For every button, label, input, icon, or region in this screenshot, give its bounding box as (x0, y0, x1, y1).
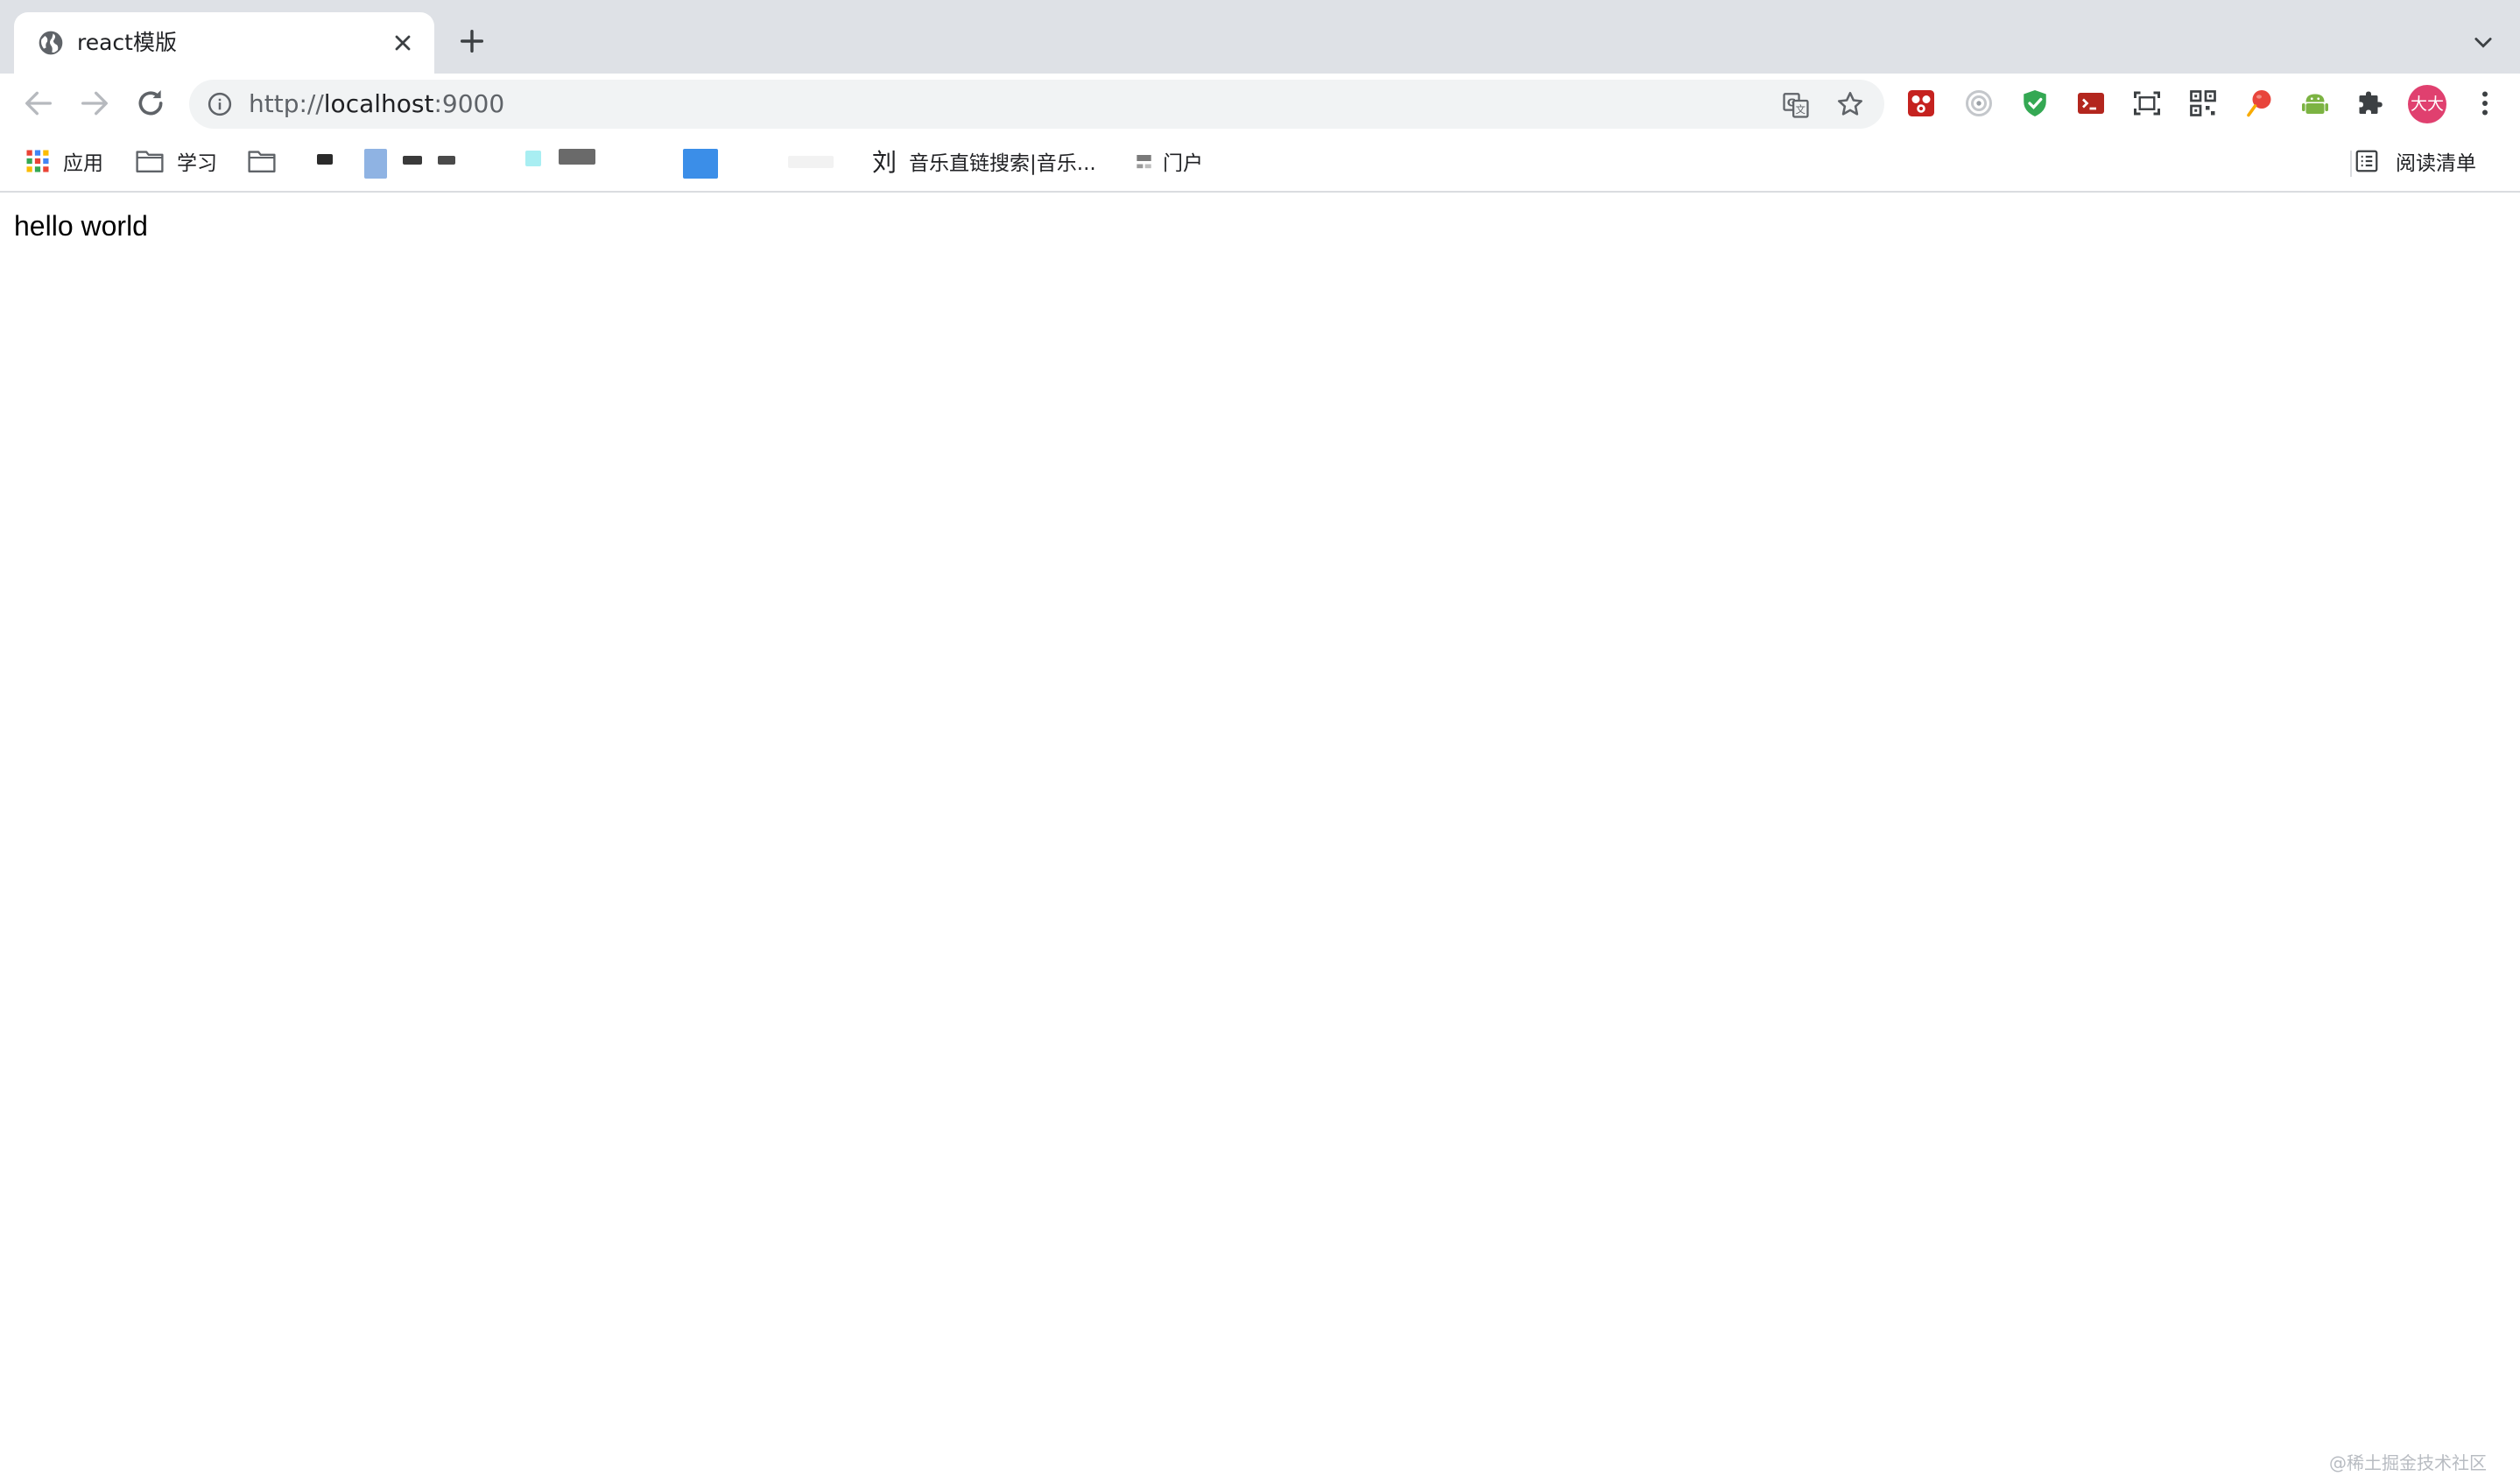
page-viewport: hello world @稀土掘金技术社区 (0, 194, 2520, 1483)
translate-icon[interactable]: G 文 (1781, 90, 1811, 120)
bookmarks-separator (2350, 151, 2352, 177)
redacted-bookmark-3[interactable] (403, 156, 422, 165)
apps-grid-icon (26, 150, 49, 172)
reload-button[interactable] (133, 86, 168, 121)
bookmark-label: 应用 (63, 152, 103, 175)
bookmark-label: 门户 (1163, 152, 1203, 175)
back-button[interactable] (21, 86, 56, 121)
redacted-bookmark-1[interactable] (317, 154, 333, 165)
redacted-bookmark-2[interactable] (364, 149, 387, 179)
folder-icon (248, 151, 276, 172)
bookmark-portal[interactable]: 门户 (1135, 142, 1203, 180)
bookmark-apps[interactable]: 应用 (25, 142, 103, 180)
tab-active[interactable]: react模版 (14, 12, 434, 74)
chevron-down-icon[interactable] (2471, 30, 2495, 54)
target-icon[interactable] (1963, 88, 1995, 119)
forward-button[interactable] (77, 86, 112, 121)
globe-icon (39, 31, 63, 55)
screenshot-icon[interactable] (2131, 88, 2163, 119)
more-menu-icon[interactable] (2469, 88, 2501, 119)
redacted-bookmark-4[interactable] (438, 156, 455, 165)
avatar[interactable]: 大大 (2408, 85, 2446, 123)
bookmark-label: 音乐直链搜索|音乐... (909, 152, 1096, 175)
bookmark-music-search[interactable]: 刘 音乐直链搜索|音乐... (872, 142, 1096, 180)
redacted-bookmark-7[interactable] (683, 149, 718, 179)
new-tab-button[interactable] (457, 26, 487, 56)
redacted-bookmark-6[interactable] (559, 149, 595, 165)
tab-title: react模版 (77, 30, 177, 55)
folder-icon (136, 151, 164, 172)
qr-code-icon[interactable] (2187, 88, 2219, 119)
portal-icon (1137, 155, 1151, 169)
close-icon[interactable] (391, 31, 415, 55)
watermark: @稀土掘金技术社区 (2329, 1452, 2487, 1473)
extensions-puzzle-icon[interactable] (2355, 88, 2387, 119)
puzzle-red-icon[interactable] (1905, 88, 1937, 119)
url-port: :9000 (433, 89, 505, 118)
page-text: hello world (14, 210, 148, 242)
url-text[interactable]: http://localhost:9000 (249, 88, 504, 120)
bookmark-folder-study[interactable]: 学习 (135, 142, 217, 180)
android-icon[interactable] (2299, 88, 2331, 119)
bookmarks-bar: 应用 学习 刘 音乐直链搜索|音乐... 门户 阅读清单 (0, 133, 2520, 193)
bookmark-star-icon[interactable] (1835, 89, 1865, 119)
liu-icon: 刘 (872, 148, 897, 177)
bookmark-label: 学习 (177, 152, 217, 175)
redacted-bookmark-5[interactable] (525, 151, 541, 166)
terminal-icon[interactable] (2075, 88, 2107, 119)
shield-check-icon[interactable] (2019, 88, 2051, 119)
svg-text:文: 文 (1796, 103, 1806, 116)
tab-strip: react模版 (0, 0, 2520, 74)
url-scheme: http:// (249, 89, 324, 118)
reading-list-icon (2355, 150, 2378, 172)
info-icon[interactable] (207, 91, 233, 117)
bookmark-folder-blurred[interactable] (247, 142, 277, 180)
balloon-icon[interactable] (2243, 88, 2275, 119)
browser-toolbar: http://localhost:9000 G 文 大大 (0, 74, 2520, 133)
redacted-bookmark-8[interactable] (788, 156, 834, 168)
reading-list-button[interactable]: 阅读清单 (2354, 142, 2476, 180)
address-bar[interactable]: http://localhost:9000 G 文 (189, 80, 1884, 129)
reading-list-label: 阅读清单 (2396, 152, 2476, 175)
url-host: localhost (323, 89, 434, 118)
